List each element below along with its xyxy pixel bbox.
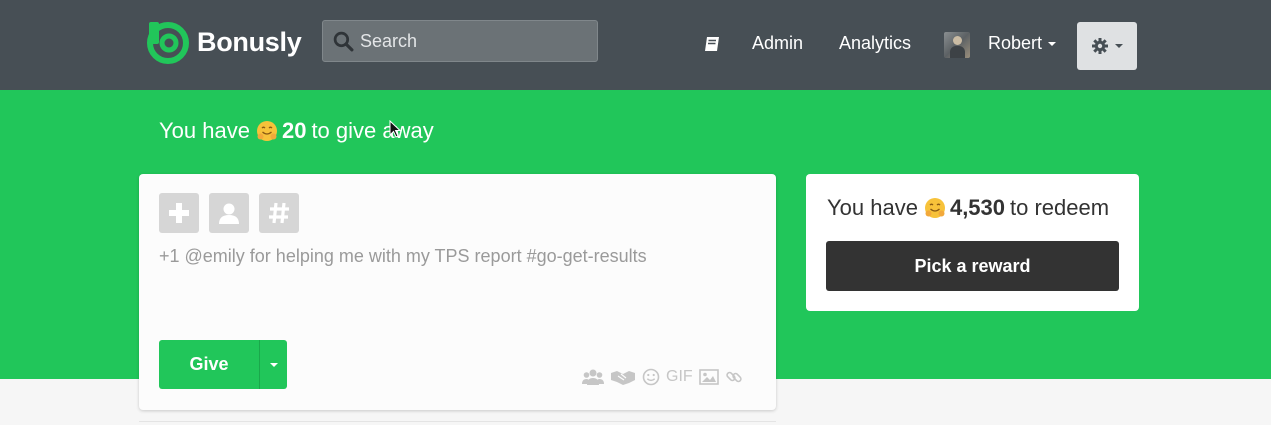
search-icon (333, 31, 354, 51)
give-bonus-card: Give GIF (139, 174, 776, 410)
book-icon[interactable] (702, 34, 722, 54)
give-suffix: to give away (311, 118, 434, 143)
link-icon[interactable] (725, 367, 743, 387)
search-input[interactable] (360, 30, 580, 52)
redeem-card: You have 4,530 to redeem Pick a reward (806, 174, 1139, 311)
nav-analytics-link[interactable]: Analytics (839, 33, 911, 54)
compose-toolbar: GIF (582, 367, 743, 387)
redeem-prefix: You have (827, 195, 918, 220)
redeem-amount: 4,530 (949, 195, 1006, 220)
compose-chips (159, 193, 299, 233)
gear-icon (1092, 38, 1108, 54)
gif-button[interactable]: GIF (666, 367, 693, 387)
give-options-dropdown[interactable] (259, 340, 287, 389)
handshake-icon[interactable] (610, 367, 636, 387)
user-icon (219, 203, 239, 224)
give-prefix: You have (159, 118, 250, 143)
brand-logo-link[interactable]: Bonusly (145, 20, 302, 64)
give-button[interactable]: Give (159, 340, 259, 389)
user-name: Robert (988, 33, 1043, 53)
hugging-face-icon (256, 121, 277, 141)
user-menu[interactable]: Robert (988, 33, 1057, 54)
avatar[interactable] (944, 32, 970, 58)
redeem-balance-text: You have 4,530 to redeem (827, 195, 1109, 221)
chevron-down-icon (1115, 44, 1123, 48)
search-box[interactable] (322, 20, 598, 62)
chevron-down-icon (1048, 41, 1057, 46)
brand-name: Bonusly (197, 26, 302, 57)
feed-divider (139, 421, 776, 425)
add-hashtag-button[interactable] (259, 193, 299, 233)
bonus-message-input[interactable] (159, 246, 759, 267)
pick-reward-button[interactable]: Pick a reward (826, 241, 1119, 291)
settings-button[interactable] (1077, 22, 1137, 70)
mouse-cursor-icon (389, 120, 401, 138)
add-amount-button[interactable] (159, 193, 199, 233)
redeem-suffix: to redeem (1010, 195, 1110, 220)
chevron-down-icon (269, 362, 278, 367)
hugging-face-icon (924, 198, 945, 218)
bonusly-logo-icon (147, 22, 189, 64)
image-icon[interactable] (698, 367, 719, 387)
plus-icon (169, 203, 189, 223)
smiley-icon[interactable] (642, 367, 660, 387)
group-icon[interactable] (582, 367, 604, 387)
hashtag-icon (269, 202, 289, 224)
add-recipient-button[interactable] (209, 193, 249, 233)
nav-admin-link[interactable]: Admin (752, 33, 803, 54)
top-navbar: Bonusly Admin Analytics Robert (0, 0, 1271, 90)
give-amount: 20 (281, 118, 307, 143)
